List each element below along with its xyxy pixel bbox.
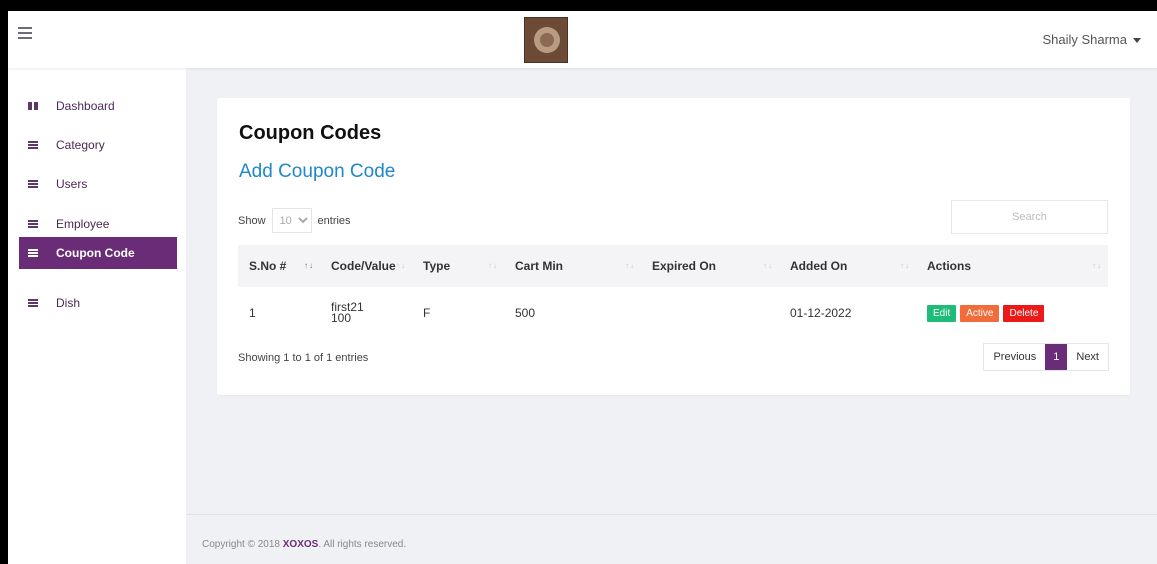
col-expired-on[interactable]: Expired On ↑↓	[641, 245, 779, 287]
add-coupon-code-link[interactable]: Add Coupon Code	[239, 161, 395, 183]
brand-logo[interactable]	[524, 17, 568, 63]
col-sno[interactable]: S.No # ↑↓	[238, 245, 320, 287]
user-name: Shaily Sharma	[1042, 32, 1127, 47]
col-added-on[interactable]: Added On ↑↓	[779, 245, 916, 287]
app-window: Shaily Sharma Dashboard Category Users E…	[8, 11, 1157, 564]
sidebar-item-employee[interactable]: Employee	[19, 208, 177, 240]
pagination: Previous 1 Next	[983, 343, 1109, 371]
entries-length-control: Show 10 entries	[238, 208, 351, 233]
sidebar-item-label: Coupon Code	[56, 246, 135, 260]
sidebar-item-label: Users	[56, 177, 88, 191]
sort-icon: ↑↓	[625, 261, 635, 270]
sidebar-item-category[interactable]: Category	[19, 129, 177, 161]
list-icon	[28, 220, 38, 228]
table-header-row: S.No # ↑↓ Code/Value ↑↓ Type ↑↓ Cart Min ↑↓ …	[238, 245, 1108, 287]
brand-link[interactable]: XOXOS	[283, 539, 319, 550]
sidebar-item-coupon-code[interactable]: Coupon Code	[19, 237, 177, 269]
footer: Copyright © 2018 XOXOS. All rights reser…	[186, 514, 1157, 564]
col-actions[interactable]: Actions ↑↓	[916, 245, 1108, 287]
cell-actions: Edit Active Delete	[916, 287, 1108, 339]
sort-icon: ↑↓	[900, 261, 910, 270]
sort-icon: ↑↓	[763, 261, 773, 270]
sidebar-item-label: Category	[56, 138, 105, 152]
caret-down-icon	[1133, 38, 1141, 44]
coupon-table: S.No # ↑↓ Code/Value ↑↓ Type ↑↓ Cart Min ↑↓ …	[238, 245, 1108, 339]
list-icon	[28, 180, 38, 188]
list-icon	[28, 299, 38, 307]
col-cart-min[interactable]: Cart Min ↑↓	[504, 245, 641, 287]
sidebar: Dashboard Category Users Employee Coupon…	[8, 68, 186, 564]
cell-code-value: first21 100	[320, 287, 412, 339]
cell-expired-on	[641, 287, 779, 339]
sidebar-item-label: Dashboard	[56, 99, 115, 113]
delete-button[interactable]: Delete	[1003, 304, 1045, 322]
sidebar-item-label: Dish	[56, 296, 81, 310]
entries-label: entries	[317, 214, 351, 227]
sort-icon: ↑↓	[396, 261, 406, 270]
show-label: Show	[238, 214, 266, 227]
sidebar-item-label: Employee	[56, 217, 110, 231]
sidebar-item-dashboard[interactable]: Dashboard	[19, 90, 177, 122]
search-input[interactable]	[951, 200, 1108, 234]
cell-sno: 1	[249, 306, 256, 320]
previous-button[interactable]: Previous	[984, 344, 1045, 370]
copyright-text: Copyright © 2018 XOXOS. All rights reser…	[202, 539, 407, 550]
entries-select[interactable]: 10	[271, 208, 312, 233]
coupon-codes-card: Coupon Codes Add Coupon Code Show 10 ent…	[217, 98, 1130, 395]
sort-icon: ↑↓	[488, 261, 498, 270]
col-code-value[interactable]: Code/Value ↑↓	[320, 245, 412, 287]
sidebar-item-dish[interactable]: Dish	[19, 287, 177, 319]
cell-type: F	[423, 306, 431, 320]
active-button[interactable]: Active	[960, 304, 1000, 322]
table-info: Showing 1 to 1 of 1 entries	[238, 352, 369, 364]
sort-asc-icon: ↑↓	[304, 261, 314, 270]
user-menu[interactable]: Shaily Sharma	[1042, 32, 1141, 47]
list-icon	[28, 249, 38, 257]
cell-cart-min: 500	[515, 306, 536, 320]
sort-icon: ↑↓	[1092, 261, 1102, 270]
top-bar: Shaily Sharma	[8, 11, 1157, 68]
page-title: Coupon Codes	[239, 122, 382, 144]
page-1-button[interactable]: 1	[1045, 344, 1068, 370]
dashboard-icon	[28, 102, 38, 110]
next-button[interactable]: Next	[1067, 344, 1108, 370]
menu-toggle-icon[interactable]	[18, 27, 32, 39]
edit-button[interactable]: Edit	[927, 304, 957, 322]
table-row: 1 first21 100 F 500 01-12-2022 Edit Activ…	[238, 287, 1108, 339]
list-icon	[28, 141, 38, 149]
cell-added-on: 01-12-2022	[790, 306, 852, 320]
sidebar-item-users[interactable]: Users	[19, 168, 177, 200]
col-type[interactable]: Type ↑↓	[412, 245, 504, 287]
coupon-value: 100	[331, 311, 352, 325]
